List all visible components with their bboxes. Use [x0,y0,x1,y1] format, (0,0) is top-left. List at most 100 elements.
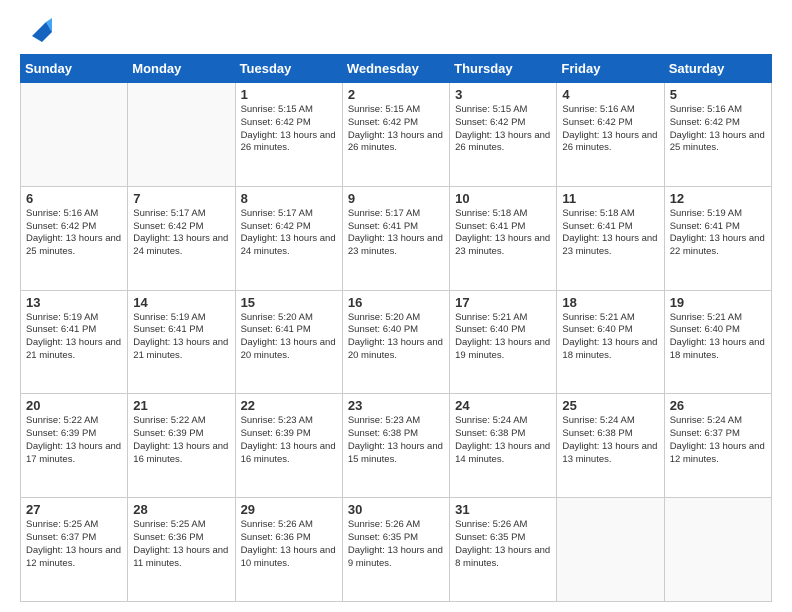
sunrise-text: Sunrise: 5:18 AM [562,208,658,221]
cell-info: Sunrise: 5:20 AMSunset: 6:40 PMDaylight:… [348,312,444,363]
calendar-cell: 27Sunrise: 5:25 AMSunset: 6:37 PMDayligh… [21,498,128,602]
calendar-week-5: 27Sunrise: 5:25 AMSunset: 6:37 PMDayligh… [21,498,772,602]
day-number: 19 [670,295,766,310]
calendar-cell [664,498,771,602]
calendar-cell: 16Sunrise: 5:20 AMSunset: 6:40 PMDayligh… [342,290,449,394]
day-number: 11 [562,191,658,206]
calendar-header-wednesday: Wednesday [342,55,449,83]
sunrise-text: Sunrise: 5:22 AM [26,415,122,428]
sunrise-text: Sunrise: 5:25 AM [133,519,229,532]
day-number: 14 [133,295,229,310]
sunset-text: Sunset: 6:42 PM [241,221,337,234]
daylight-text: Daylight: 13 hours and 16 minutes. [133,441,229,467]
calendar-header-monday: Monday [128,55,235,83]
daylight-text: Daylight: 13 hours and 8 minutes. [455,545,551,571]
sunset-text: Sunset: 6:37 PM [26,532,122,545]
sunrise-text: Sunrise: 5:24 AM [670,415,766,428]
sunrise-text: Sunrise: 5:24 AM [455,415,551,428]
sunset-text: Sunset: 6:40 PM [670,324,766,337]
day-number: 9 [348,191,444,206]
day-number: 12 [670,191,766,206]
sunset-text: Sunset: 6:41 PM [26,324,122,337]
sunset-text: Sunset: 6:38 PM [348,428,444,441]
daylight-text: Daylight: 13 hours and 17 minutes. [26,441,122,467]
cell-info: Sunrise: 5:22 AMSunset: 6:39 PMDaylight:… [133,415,229,466]
cell-info: Sunrise: 5:26 AMSunset: 6:35 PMDaylight:… [348,519,444,570]
sunset-text: Sunset: 6:42 PM [562,117,658,130]
calendar-cell: 8Sunrise: 5:17 AMSunset: 6:42 PMDaylight… [235,186,342,290]
sunrise-text: Sunrise: 5:26 AM [455,519,551,532]
cell-info: Sunrise: 5:15 AMSunset: 6:42 PMDaylight:… [241,104,337,155]
sunrise-text: Sunrise: 5:23 AM [348,415,444,428]
calendar-cell: 11 Sunrise: 5:18 AMSunset: 6:41 PMDayligh… [557,186,664,290]
cell-info: Sunrise: 5:19 AMSunset: 6:41 PMDaylight:… [26,312,122,363]
day-number: 29 [241,502,337,517]
calendar-cell: 10Sunrise: 5:18 AMSunset: 6:41 PMDayligh… [450,186,557,290]
calendar-cell: 3Sunrise: 5:15 AMSunset: 6:42 PMDaylight… [450,83,557,187]
sunrise-text: Sunrise: 5:23 AM [241,415,337,428]
day-number: 22 [241,398,337,413]
daylight-text: Daylight: 13 hours and 16 minutes. [241,441,337,467]
logo-icon [24,14,54,44]
sunrise-text: Sunrise: 5:16 AM [562,104,658,117]
daylight-text: Daylight: 13 hours and 25 minutes. [670,130,766,156]
sunset-text: Sunset: 6:42 PM [26,221,122,234]
sunset-text: Sunset: 6:41 PM [455,221,551,234]
calendar-cell: 4 Sunrise: 5:16 AMSunset: 6:42 PMDaylight… [557,83,664,187]
sunset-text: Sunset: 6:36 PM [133,532,229,545]
day-number: 24 [455,398,551,413]
daylight-text: Daylight: 13 hours and 13 minutes. [562,441,658,467]
calendar-cell: 5Sunrise: 5:16 AMSunset: 6:42 PMDaylight… [664,83,771,187]
daylight-text: Daylight: 13 hours and 22 minutes. [670,233,766,259]
calendar-cell [128,83,235,187]
day-number: 7 [133,191,229,206]
calendar-cell: 13Sunrise: 5:19 AMSunset: 6:41 PMDayligh… [21,290,128,394]
day-number: 26 [670,398,766,413]
sunset-text: Sunset: 6:42 PM [241,117,337,130]
calendar-week-1: 1Sunrise: 5:15 AMSunset: 6:42 PMDaylight… [21,83,772,187]
daylight-text: Daylight: 13 hours and 15 minutes. [348,441,444,467]
day-number: 4 [562,87,658,102]
daylight-text: Daylight: 13 hours and 23 minutes. [562,233,658,259]
day-number: 6 [26,191,122,206]
sunrise-text: Sunrise: 5:15 AM [241,104,337,117]
calendar-cell: 29 Sunrise: 5:26 AMSunset: 6:36 PMDayligh… [235,498,342,602]
sunrise-text: Sunrise: 5:20 AM [241,312,337,325]
day-number: 31 [455,502,551,517]
daylight-text: Daylight: 13 hours and 19 minutes. [455,337,551,363]
day-number: 8 [241,191,337,206]
calendar-week-3: 13Sunrise: 5:19 AMSunset: 6:41 PMDayligh… [21,290,772,394]
cell-info: Sunrise: 5:26 AMSunset: 6:36 PMDaylight:… [241,519,337,570]
daylight-text: Daylight: 13 hours and 18 minutes. [670,337,766,363]
sunrise-text: Sunrise: 5:19 AM [26,312,122,325]
sunrise-text: Sunrise: 5:26 AM [348,519,444,532]
calendar-cell: 26Sunrise: 5:24 AMSunset: 6:37 PMDayligh… [664,394,771,498]
calendar-cell: 20Sunrise: 5:22 AMSunset: 6:39 PMDayligh… [21,394,128,498]
calendar-header-row: SundayMondayTuesdayWednesdayThursdayFrid… [21,55,772,83]
cell-info: Sunrise: 5:25 AMSunset: 6:37 PMDaylight:… [26,519,122,570]
daylight-text: Daylight: 13 hours and 26 minutes. [562,130,658,156]
cell-info: Sunrise: 5:25 AMSunset: 6:36 PMDaylight:… [133,519,229,570]
daylight-text: Daylight: 13 hours and 18 minutes. [562,337,658,363]
daylight-text: Daylight: 13 hours and 21 minutes. [133,337,229,363]
sunrise-text: Sunrise: 5:15 AM [455,104,551,117]
daylight-text: Daylight: 13 hours and 26 minutes. [455,130,551,156]
cell-info: Sunrise: 5:18 AMSunset: 6:41 PMDaylight:… [562,208,658,259]
cell-info: Sunrise: 5:19 AMSunset: 6:41 PMDaylight:… [670,208,766,259]
logo [20,18,54,44]
sunset-text: Sunset: 6:35 PM [348,532,444,545]
sunrise-text: Sunrise: 5:19 AM [670,208,766,221]
sunrise-text: Sunrise: 5:21 AM [562,312,658,325]
sunrise-text: Sunrise: 5:22 AM [133,415,229,428]
sunset-text: Sunset: 6:38 PM [562,428,658,441]
daylight-text: Daylight: 13 hours and 23 minutes. [348,233,444,259]
calendar-cell: 31Sunrise: 5:26 AMSunset: 6:35 PMDayligh… [450,498,557,602]
day-number: 25 [562,398,658,413]
cell-info: Sunrise: 5:15 AMSunset: 6:42 PMDaylight:… [348,104,444,155]
sunrise-text: Sunrise: 5:19 AM [133,312,229,325]
calendar-week-4: 20Sunrise: 5:22 AMSunset: 6:39 PMDayligh… [21,394,772,498]
sunset-text: Sunset: 6:42 PM [670,117,766,130]
cell-info: Sunrise: 5:17 AMSunset: 6:42 PMDaylight:… [133,208,229,259]
calendar-cell: 30Sunrise: 5:26 AMSunset: 6:35 PMDayligh… [342,498,449,602]
cell-info: Sunrise: 5:16 AMSunset: 6:42 PMDaylight:… [562,104,658,155]
